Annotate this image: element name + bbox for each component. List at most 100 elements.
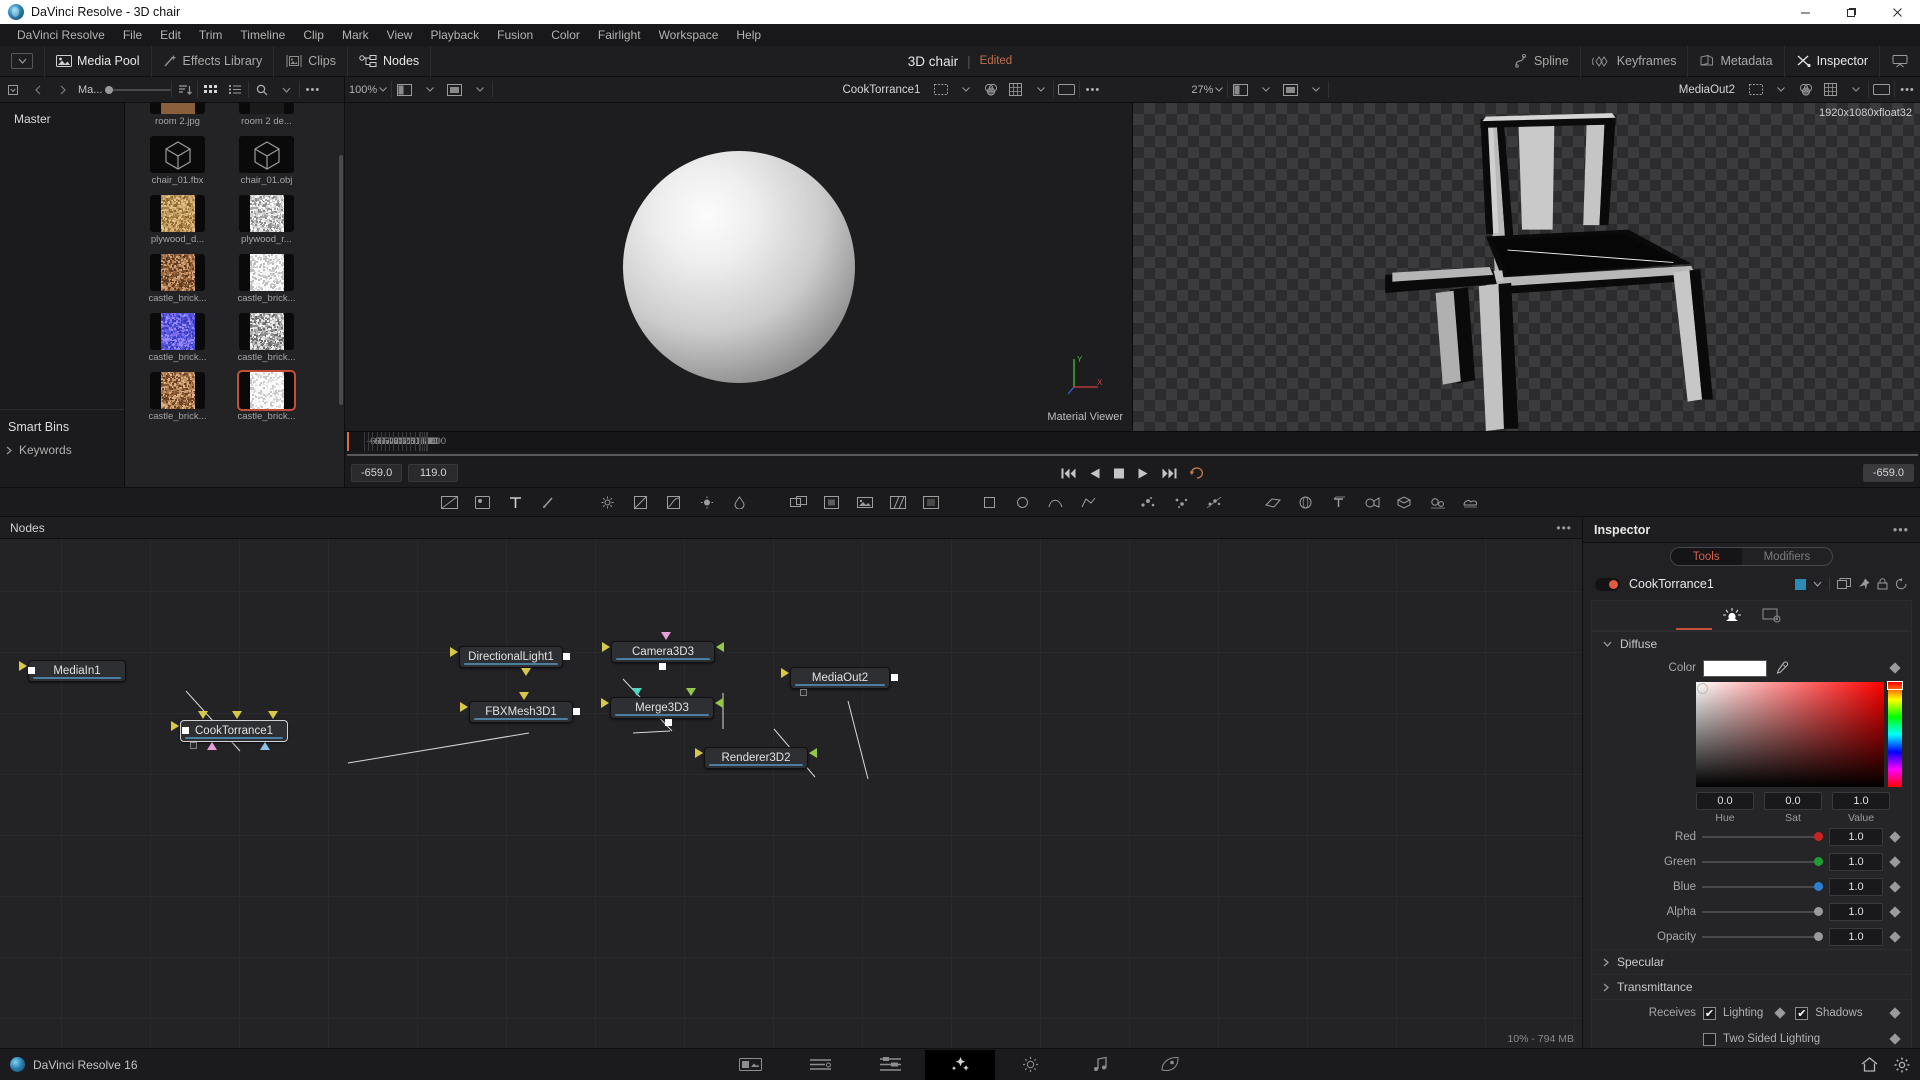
tool-merge-icon[interactable] bbox=[789, 493, 808, 512]
menu-item-help[interactable]: Help bbox=[727, 24, 770, 46]
sat-input[interactable]: 0.0 bbox=[1764, 792, 1822, 810]
media-pool-item[interactable]: room 2 de... bbox=[222, 103, 311, 134]
nav-back-icon[interactable] bbox=[25, 77, 50, 103]
tool-text-icon[interactable] bbox=[506, 493, 525, 512]
two-sided-checkbox[interactable] bbox=[1703, 1032, 1716, 1046]
reset-history-icon[interactable] bbox=[1895, 578, 1908, 590]
node-output-port[interactable] bbox=[891, 674, 898, 681]
channel-keyframe-diamond[interactable] bbox=[1889, 905, 1901, 918]
node-top-port[interactable] bbox=[198, 711, 208, 719]
value-input[interactable]: 1.0 bbox=[1832, 792, 1890, 810]
media-pool-item[interactable]: chair_01.obj bbox=[222, 134, 311, 193]
tool-renderer-3d-icon[interactable] bbox=[1428, 493, 1447, 512]
right-viewer-color-icon[interactable] bbox=[1793, 77, 1818, 103]
go-to-start-button[interactable] bbox=[1061, 468, 1076, 479]
node-top-port[interactable] bbox=[232, 711, 242, 719]
tool-polygon-mask-icon[interactable] bbox=[1079, 493, 1098, 512]
color-keyframe-diamond[interactable] bbox=[1889, 662, 1901, 674]
media-thumbnail[interactable] bbox=[239, 136, 294, 173]
right-viewer-node-label[interactable]: MediaOut2 bbox=[1671, 84, 1743, 96]
right-viewer-zoom[interactable]: 27% bbox=[1187, 84, 1227, 96]
bin-dropdown-icon[interactable] bbox=[0, 77, 25, 103]
saturation-value-square[interactable] bbox=[1696, 682, 1884, 787]
right-viewer-roi-icon[interactable] bbox=[1743, 77, 1768, 103]
media-thumbnail[interactable] bbox=[150, 313, 205, 350]
right-viewer-split-icon[interactable] bbox=[1228, 77, 1253, 103]
channel-value-input[interactable]: 1.0 bbox=[1829, 902, 1883, 921]
channel-value-input[interactable]: 1.0 bbox=[1829, 827, 1883, 846]
node-output-port[interactable] bbox=[715, 698, 723, 708]
page-deliver[interactable] bbox=[1135, 1050, 1205, 1080]
lock-icon[interactable] bbox=[1877, 578, 1888, 590]
media-pool-item[interactable]: room 2.jpg bbox=[133, 103, 222, 134]
page-media[interactable] bbox=[715, 1050, 785, 1080]
media-pool-item[interactable]: castle_brick... bbox=[222, 311, 311, 370]
channel-value-input[interactable]: 1.0 bbox=[1829, 927, 1883, 946]
lighting-keyframe-diamond[interactable] bbox=[1774, 1007, 1786, 1019]
page-color[interactable] bbox=[995, 1050, 1065, 1080]
node-input-port[interactable] bbox=[171, 721, 179, 731]
channel-slider[interactable] bbox=[1702, 931, 1823, 941]
node-bottom-port[interactable] bbox=[665, 719, 672, 726]
toolbar-button-keyframes[interactable]: Keyframes bbox=[1581, 45, 1689, 77]
media-pool-item[interactable]: castle_brick... bbox=[222, 252, 311, 311]
tool-text-3d-icon[interactable] bbox=[1329, 493, 1348, 512]
diffuse-section-header[interactable]: Diffuse bbox=[1592, 632, 1911, 656]
graph-node[interactable]: Camera3D3 bbox=[611, 641, 715, 663]
hue-strip[interactable] bbox=[1887, 681, 1903, 787]
node-input-port[interactable] bbox=[450, 647, 458, 657]
hue-input[interactable]: 0.0 bbox=[1696, 792, 1754, 810]
toolbar-button-inspector[interactable]: Inspector bbox=[1785, 45, 1880, 77]
tool-shape-3d-icon[interactable] bbox=[1296, 493, 1315, 512]
channel-value-input[interactable]: 1.0 bbox=[1829, 852, 1883, 871]
bin-item-master[interactable]: Master bbox=[14, 112, 124, 126]
toolbar-button-metadata[interactable]: Metadata bbox=[1688, 45, 1785, 77]
tool-planar-icon[interactable] bbox=[888, 493, 907, 512]
menu-item-timeline[interactable]: Timeline bbox=[231, 24, 294, 46]
media-thumbnail[interactable] bbox=[239, 313, 294, 350]
left-viewer-options-icon[interactable]: ••• bbox=[1080, 77, 1105, 103]
playhead[interactable] bbox=[347, 432, 349, 452]
specular-section-header[interactable]: Specular bbox=[1592, 950, 1911, 974]
output-viewer[interactable]: 1920x1080xfloat32 bbox=[1133, 103, 1920, 431]
left-viewer-fit-icon[interactable] bbox=[1054, 77, 1079, 103]
tool-particle-directional-icon[interactable] bbox=[1204, 493, 1223, 512]
search-icon[interactable] bbox=[249, 77, 274, 103]
tool-background-icon[interactable] bbox=[440, 493, 459, 512]
node-bottom-port[interactable] bbox=[207, 742, 217, 750]
media-thumbnail[interactable] bbox=[150, 103, 205, 114]
media-thumbnail[interactable] bbox=[239, 103, 294, 114]
left-viewer-mode-chevron-icon[interactable] bbox=[467, 77, 492, 103]
smart-bin-item-keywords[interactable]: Keywords bbox=[0, 434, 124, 457]
transmittance-section-header[interactable]: Transmittance bbox=[1592, 975, 1911, 999]
channel-slider[interactable] bbox=[1702, 906, 1823, 916]
tab-tools[interactable]: Tools bbox=[1670, 548, 1742, 565]
play-forward-button[interactable] bbox=[1137, 468, 1148, 479]
tool-camera-3d-icon[interactable] bbox=[1362, 493, 1381, 512]
node-bottom-port[interactable] bbox=[800, 689, 807, 696]
media-pool-item[interactable]: castle_brick... bbox=[133, 370, 222, 429]
node-output-port[interactable] bbox=[182, 727, 189, 734]
tool-image-plane-3d-icon[interactable] bbox=[1263, 493, 1282, 512]
tool-mask-icon[interactable] bbox=[921, 493, 940, 512]
menu-item-mark[interactable]: Mark bbox=[333, 24, 378, 46]
media-pool-scrollbar[interactable] bbox=[339, 155, 343, 405]
media-pool-item[interactable]: chair_01.fbx bbox=[133, 134, 222, 193]
eyedropper-icon[interactable] bbox=[1774, 660, 1789, 676]
tool-blur-icon[interactable] bbox=[730, 493, 749, 512]
left-viewer-mode-icon[interactable] bbox=[442, 77, 467, 103]
toolbar-button-nodes[interactable]: Nodes bbox=[348, 45, 432, 77]
graph-node[interactable]: MediaOut2 bbox=[790, 667, 890, 689]
tool-curve-icon[interactable] bbox=[664, 493, 683, 512]
node-bottom-port[interactable] bbox=[260, 742, 270, 750]
menu-item-file[interactable]: File bbox=[114, 24, 151, 46]
channel-keyframe-diamond[interactable] bbox=[1889, 855, 1901, 868]
tool-transform-icon[interactable] bbox=[822, 493, 841, 512]
left-viewer-roi-icon[interactable] bbox=[928, 77, 953, 103]
right-viewer-grid-chevron-icon[interactable] bbox=[1843, 77, 1868, 103]
page-cut[interactable] bbox=[785, 1050, 855, 1080]
minimize-button[interactable] bbox=[1782, 0, 1828, 24]
tool-gamma-icon[interactable] bbox=[631, 493, 650, 512]
node-input-port[interactable] bbox=[601, 698, 609, 708]
right-viewer-split-chevron-icon[interactable] bbox=[1253, 77, 1278, 103]
